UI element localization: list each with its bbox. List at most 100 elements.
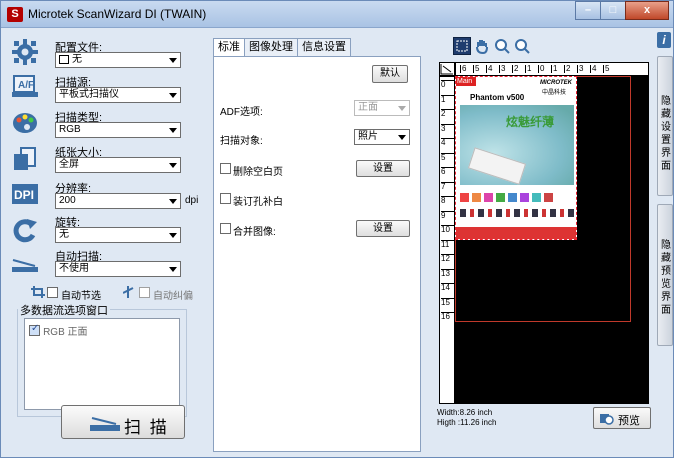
- ruler-y-tick: 2: [441, 109, 455, 118]
- preview-area: 654321012345 0 1 2 3 4 5 6 7 8 9 10 11 12 13 14 15 16 Ma…: [439, 62, 649, 404]
- chevron-down-icon: [398, 135, 406, 140]
- preview-icon: [600, 414, 614, 425]
- tab-standard[interactable]: 标准: [213, 38, 245, 57]
- ruler-y-tick: 11: [441, 239, 455, 249]
- ruler-y-tick: 16: [441, 312, 455, 321]
- config-select[interactable]: 无: [55, 52, 181, 68]
- multistream-title: 多数据流选项窗口: [18, 302, 110, 318]
- options-tabs: 标准 图像处理 信息设置: [213, 38, 351, 57]
- tab-info-settings[interactable]: 信息设置: [297, 38, 351, 56]
- ruler-y-tick: 15: [441, 297, 455, 307]
- thumb-feature-icons: [460, 193, 574, 205]
- multistream-list[interactable]: RGB 正面: [24, 318, 180, 410]
- ruler-y-tick: 12: [441, 254, 455, 263]
- zoom-out-icon[interactable]: [513, 37, 531, 55]
- blank-settings-button[interactable]: 设置: [356, 160, 410, 177]
- object-select[interactable]: 照片: [354, 129, 410, 145]
- title-bar[interactable]: S Microtek ScanWizard DI (TWAIN) – □ x: [1, 1, 673, 28]
- hole-fill-label: 装订孔补白: [233, 197, 283, 208]
- ruler-y-tick: 0: [441, 80, 455, 89]
- list-item[interactable]: RGB 正面: [29, 323, 88, 338]
- ruler-y-tick: 6: [441, 167, 455, 176]
- scan-button[interactable]: 扫 描: [61, 405, 185, 439]
- preview-image: Main Phantom v500 MICROTEK 中晶科技 炫魅纤薄: [455, 76, 577, 240]
- ruler-x-tick: 6: [460, 64, 467, 73]
- object-label: 扫描对象:: [220, 136, 263, 147]
- hide-preview-tab[interactable]: 隐藏预览界面: [657, 204, 673, 346]
- resolution-select[interactable]: 200: [55, 193, 181, 209]
- svg-text:DPI: DPI: [14, 188, 34, 202]
- window-controls: – □ x: [575, 1, 669, 20]
- delete-blank-label: 删除空白页: [233, 167, 283, 178]
- standard-tab-panel: 默认 ADF选项: 正面 扫描对象: 照片 删除空白页 设置 装订孔补白 合并图…: [213, 56, 421, 452]
- chevron-down-icon: [169, 58, 177, 63]
- thumb-brand-cn: 中晶科技: [542, 90, 567, 96]
- hand-tool-icon[interactable]: [473, 37, 491, 55]
- ruler-x-tick: 1: [551, 64, 558, 73]
- preview-button[interactable]: 预览: [593, 407, 651, 429]
- adf-select[interactable]: 正面: [354, 100, 410, 116]
- ruler-x-tick: 5: [603, 64, 610, 73]
- ruler-y-tick: 7: [441, 181, 455, 191]
- preview-toolbar: [453, 37, 531, 55]
- merge-image-label: 合并图像:: [233, 227, 276, 238]
- ruler-x-tick: 2: [512, 64, 519, 73]
- ruler-x-tick: 1: [525, 64, 532, 73]
- chevron-down-icon: [398, 106, 406, 111]
- info-icon[interactable]: i: [657, 32, 673, 50]
- resolution-unit: dpi: [185, 195, 199, 206]
- ruler-y-tick: 8: [441, 196, 455, 205]
- horizontal-ruler: 654321012345: [455, 62, 649, 76]
- type-select[interactable]: RGB: [55, 122, 181, 138]
- thumb-brand: MICROTEK: [540, 80, 572, 86]
- maximize-button[interactable]: □: [600, 1, 626, 20]
- ruler-x-tick: 2: [564, 64, 571, 73]
- ruler-x-tick: 0: [538, 64, 545, 73]
- close-button[interactable]: x: [625, 1, 669, 20]
- minimize-button[interactable]: –: [575, 1, 601, 20]
- size-select[interactable]: 全屏: [55, 157, 181, 173]
- merge-image-checkbox[interactable]: [220, 223, 231, 234]
- scan-button-label: 扫 描: [124, 418, 169, 437]
- vertical-ruler: 0 1 2 3 4 5 6 7 8 9 10 11 12 13 14 15 16: [439, 76, 455, 404]
- autocrop-label: 自动节选: [61, 291, 101, 302]
- default-button[interactable]: 默认: [372, 65, 408, 83]
- ruler-y-tick: 10: [441, 225, 455, 234]
- multistream-group: 多数据流选项窗口 RGB 正面: [17, 302, 187, 417]
- thumb-footer-strip: [460, 209, 574, 217]
- thumb-slogan: 炫魅纤薄: [506, 115, 555, 129]
- main-tag: Main: [456, 77, 476, 86]
- rgb-front-checkbox[interactable]: [29, 323, 40, 336]
- chevron-down-icon: [169, 93, 177, 98]
- rotate-icon: [11, 218, 41, 248]
- chevron-down-icon: [169, 163, 177, 168]
- ruler-x-tick: 3: [577, 64, 584, 73]
- ruler-x-tick: 3: [499, 64, 506, 73]
- palette-icon: [11, 110, 41, 140]
- ruler-y-tick: 9: [441, 210, 455, 220]
- autoscan-select[interactable]: 不使用: [55, 261, 181, 277]
- preview-canvas[interactable]: Main Phantom v500 MICROTEK 中晶科技 炫魅纤薄: [455, 76, 649, 404]
- rotate-select[interactable]: 无: [55, 227, 181, 243]
- thumb-product: Phantom v500: [470, 93, 525, 102]
- paper-size-icon: [11, 146, 41, 176]
- svg-text:A/F: A/F: [18, 80, 34, 91]
- source-select[interactable]: 平板式扫描仪: [55, 87, 181, 103]
- hole-fill-checkbox[interactable]: [220, 193, 231, 204]
- hide-settings-label: 隐藏设置界面: [661, 96, 671, 172]
- adf-label: ADF选项:: [220, 107, 263, 118]
- dimension-readout: Width:8.26 inch Higth :11.26 inch: [437, 408, 496, 428]
- autodeskew-checkbox[interactable]: [139, 287, 150, 298]
- tab-image-processing[interactable]: 图像处理: [244, 38, 298, 56]
- app-icon: S: [7, 7, 23, 22]
- autocrop-checkbox[interactable]: [47, 287, 58, 298]
- select-tool-icon[interactable]: [453, 37, 471, 55]
- zoom-in-icon[interactable]: [493, 37, 511, 55]
- scanwizard-window: S Microtek ScanWizard DI (TWAIN) – □ x 配…: [0, 0, 674, 458]
- dpi-icon: DPI: [11, 182, 41, 212]
- delete-blank-checkbox[interactable]: [220, 163, 231, 174]
- crop-icon: [31, 286, 45, 298]
- ruler-y-tick: 14: [441, 283, 455, 292]
- hide-settings-tab[interactable]: 隐藏设置界面: [657, 56, 673, 196]
- merge-settings-button[interactable]: 设置: [356, 220, 410, 237]
